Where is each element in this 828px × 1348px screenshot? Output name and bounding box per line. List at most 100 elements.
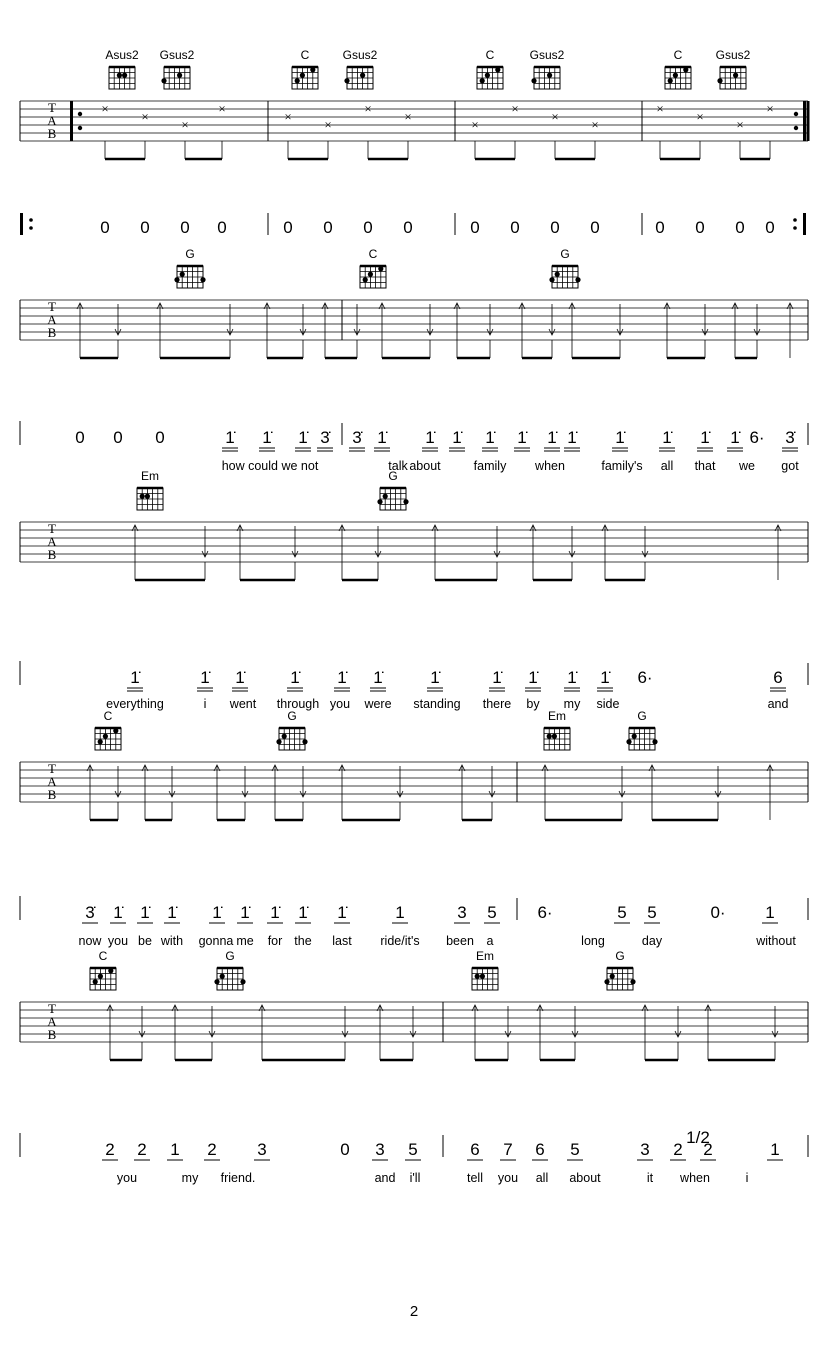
chord-finger-dot	[367, 271, 373, 277]
lyric-word: there	[483, 697, 512, 711]
jianpu-note: 1̇	[567, 668, 577, 687]
jianpu-note: 1̇	[662, 428, 672, 447]
chord-finger-dot	[382, 493, 388, 499]
chord-finger-dot	[294, 78, 300, 84]
jianpu-note: 1̇	[547, 428, 557, 447]
repeat-dot	[77, 111, 83, 117]
jianpu-note: 1̇	[452, 428, 462, 447]
muted-note-x: ×	[656, 101, 663, 116]
lyric-word: my	[564, 697, 581, 711]
jianpu-note: 0	[695, 218, 704, 237]
repeat-dot	[793, 125, 799, 131]
chord-name: Em	[141, 469, 159, 483]
jianpu-note: 1̇	[615, 428, 625, 447]
lyric-word: i'll	[410, 1171, 421, 1185]
jianpu-note: 0	[510, 218, 519, 237]
jianpu-note: 2	[105, 1140, 114, 1159]
jianpu-note: 6·	[637, 668, 652, 687]
muted-note-x: ×	[511, 101, 518, 116]
lyric-word: for	[268, 934, 283, 948]
repeat-end-bar	[803, 101, 806, 141]
jianpu-note: 1	[765, 903, 774, 922]
jianpu-note: 1̇	[262, 428, 272, 447]
jianpu-note: 0	[735, 218, 744, 237]
lyric-word: without	[755, 934, 796, 948]
guitar-tab-score: Asus2 Gsus2 C Gsus2 C Gsus2 C Gsus2TAB×××××××××…	[19, 48, 810, 1320]
jianpu-note: 2	[673, 1140, 682, 1159]
lyric-word: gonna	[199, 934, 234, 948]
notation-repeat-start	[20, 213, 23, 235]
lyric-word: about	[569, 1171, 601, 1185]
repeat-dot	[793, 218, 797, 222]
lyric-word: with	[160, 934, 183, 948]
chord-finger-dot	[200, 277, 206, 283]
chord-finger-dot	[219, 973, 225, 979]
chord-finger-dot	[276, 739, 282, 745]
tab-clef-letter: B	[48, 325, 57, 340]
jianpu-note: 0	[155, 428, 164, 447]
jianpu-note: 1̇	[485, 428, 495, 447]
muted-note-x: ×	[181, 117, 188, 132]
chord-name: G	[615, 949, 624, 963]
lyric-word: i	[746, 1171, 749, 1185]
jianpu-note: 0	[403, 218, 412, 237]
lyric-word: all	[536, 1171, 549, 1185]
page-number: 2	[410, 1303, 418, 1320]
chord-finger-dot	[377, 499, 383, 505]
jianpu-note: 0	[655, 218, 664, 237]
jianpu-note: 1̇	[492, 668, 502, 687]
chord-finger-dot	[547, 72, 553, 78]
chord-finger-dot	[531, 78, 537, 84]
jianpu-note: 5	[487, 903, 496, 922]
lyric-word: last	[332, 934, 352, 948]
chord-finger-dot	[108, 968, 114, 974]
chord-name: Asus2	[105, 48, 139, 62]
lyric-word: a	[487, 934, 494, 948]
lyric-word: about	[409, 459, 441, 473]
chord-finger-dot	[344, 78, 350, 84]
tab-clef-letter: B	[48, 547, 57, 562]
lyric-word: and	[375, 1171, 396, 1185]
muted-note-x: ×	[141, 109, 148, 124]
jianpu-note: 1̇	[373, 668, 383, 687]
chord-finger-dot	[672, 72, 679, 78]
jianpu-note: 0	[470, 218, 479, 237]
muted-note-x: ×	[101, 101, 108, 116]
jianpu-note: 1̇	[290, 668, 300, 687]
jianpu-note: 1̇	[337, 668, 347, 687]
chord-finger-dot	[546, 733, 552, 739]
muted-note-x: ×	[591, 117, 598, 132]
chord-finger-dot	[174, 277, 180, 283]
chord-finger-dot	[302, 739, 308, 745]
jianpu-note: 1̇	[430, 668, 440, 687]
jianpu-note: 6·	[749, 428, 764, 447]
chord-finger-dot	[102, 733, 108, 739]
lyric-word: everything	[106, 697, 164, 711]
chord-name: G	[225, 949, 234, 963]
chord-finger-dot	[378, 266, 384, 272]
lyric-word: through	[277, 697, 319, 711]
chord-finger-dot	[362, 277, 368, 283]
lyric-word: it	[647, 1171, 654, 1185]
chord-finger-dot	[479, 973, 485, 979]
jianpu-note: 1	[170, 1140, 179, 1159]
chord-finger-dot	[116, 72, 122, 78]
jianpu-note: 1̇	[270, 903, 280, 922]
lyric-word: you	[330, 697, 350, 711]
lyric-word: been	[446, 934, 474, 948]
chord-finger-dot	[667, 78, 673, 84]
jianpu-note: 1̇	[600, 668, 610, 687]
lyric-word: side	[597, 697, 620, 711]
chord-finger-dot	[92, 979, 98, 985]
jianpu-note: 6	[773, 668, 782, 687]
jianpu-note: 5	[647, 903, 656, 922]
chord-finger-dot	[683, 67, 689, 73]
jianpu-note: 3	[375, 1140, 384, 1159]
muted-note-x: ×	[218, 101, 225, 116]
jianpu-note: 1̇	[225, 428, 235, 447]
chord-name: G	[287, 709, 296, 723]
jianpu-note: 1̇	[113, 903, 123, 922]
lyric-word: the	[294, 934, 311, 948]
repeat-dot	[29, 218, 33, 222]
muted-note-x: ×	[766, 101, 773, 116]
